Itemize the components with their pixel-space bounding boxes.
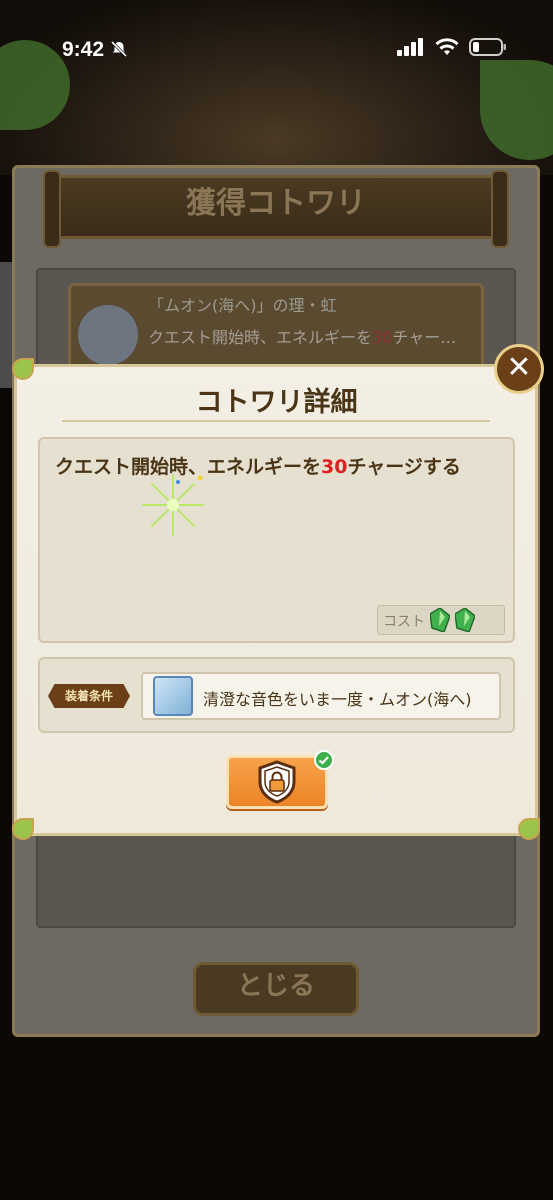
back-panel-title: 獲得コトワリ	[43, 170, 509, 248]
clover-corner-icon	[12, 818, 34, 840]
title-divider	[62, 420, 490, 422]
cost-label: コスト	[383, 614, 425, 630]
wifi-icon	[435, 38, 459, 55]
clover-corner-icon	[12, 358, 34, 380]
bell-muted-icon	[110, 40, 127, 58]
character-avatar	[78, 305, 138, 365]
sparkle-effect	[142, 474, 204, 536]
status-bar: 9:42	[0, 0, 553, 100]
description-text: クエスト開始時、エネルギーを30チャージする	[55, 456, 461, 478]
shield-lock-icon	[258, 760, 296, 804]
close-button[interactable]: とじる	[193, 962, 359, 1016]
equip-condition-tag: 装着条件	[48, 684, 130, 708]
battery-icon	[469, 38, 506, 56]
status-icons	[397, 38, 507, 56]
clock-time: 9:42	[62, 38, 105, 61]
green-crystal-icon	[455, 608, 475, 632]
character-avatar	[153, 676, 193, 716]
signal-icon	[397, 38, 423, 56]
equip-condition-text: 清澄な音色をいま一度・ムオン(海へ)	[203, 690, 472, 709]
check-icon	[314, 750, 334, 770]
green-crystal-icon	[430, 608, 450, 632]
clock: 9:42	[62, 38, 128, 62]
kotowari-summary: クエスト開始時、エネルギーを30チャー…	[148, 328, 457, 347]
lock-button[interactable]	[226, 755, 328, 809]
modal-title: コトワリ詳細	[195, 387, 358, 418]
clover-corner-icon	[518, 818, 540, 840]
kotowari-name: 「ムオン(海へ)」の理・虹	[148, 296, 337, 315]
